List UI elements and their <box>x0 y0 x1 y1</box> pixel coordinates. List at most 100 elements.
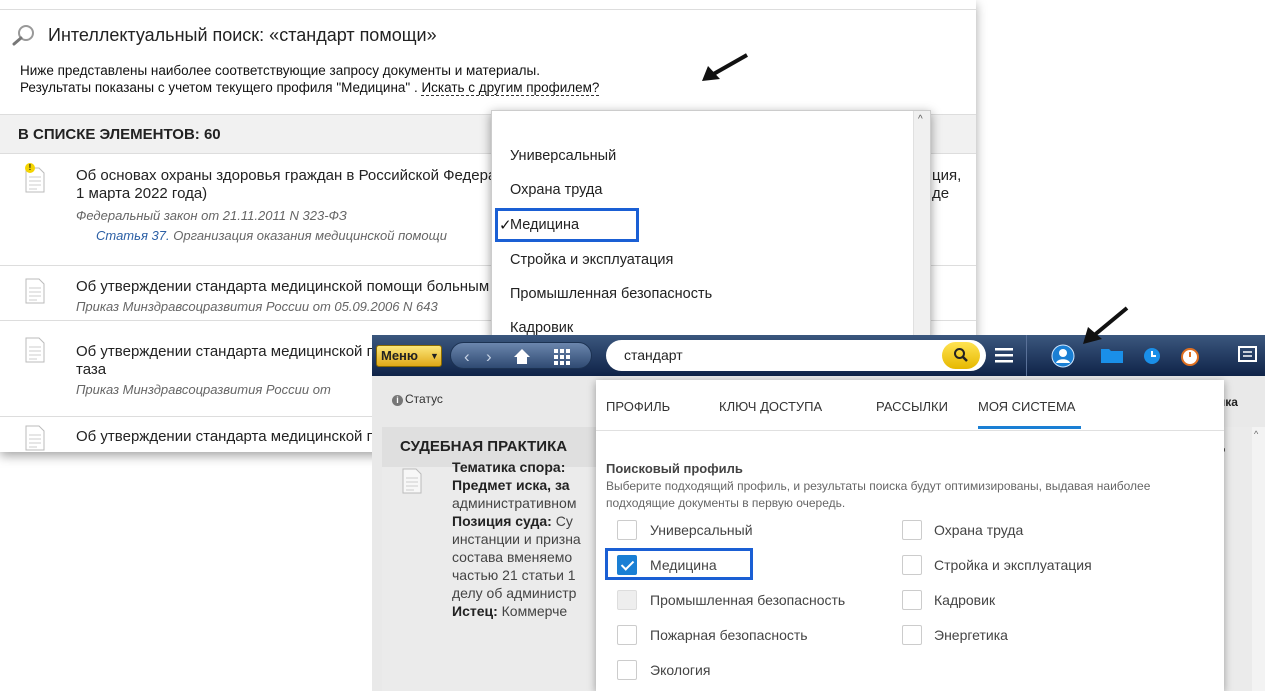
section-header-label: СУДЕБНАЯ ПРАКТИКА <box>400 438 568 455</box>
option-label[interactable]: Стройка и эксплуатация <box>934 557 1092 573</box>
desc-line: Результаты показаны с учетом текущего пр… <box>20 79 600 96</box>
checkbox[interactable] <box>617 520 637 540</box>
divider <box>0 9 976 10</box>
tab-profile[interactable]: ПРОФИЛЬ <box>606 399 670 414</box>
court-text: частью 21 статьи 1 <box>452 567 576 583</box>
dropdown-item[interactable]: Промышленная безопасность <box>510 286 712 302</box>
court-line: Предмет иска, за <box>452 476 581 494</box>
tab-mailings[interactable]: РАССЫЛКИ <box>876 399 948 414</box>
court-line: Тематика спора: <box>452 458 581 476</box>
scroll-up-icon[interactable]: ^ <box>918 114 923 125</box>
court-label: Предмет иска, за <box>452 477 570 493</box>
court-text: административном <box>452 495 577 511</box>
menu-button[interactable]: Меню ▼ <box>376 345 442 367</box>
search-icon <box>954 348 968 362</box>
result-title-cont: 1 марта 2022 года) <box>76 185 208 202</box>
home-icon[interactable] <box>513 348 531 365</box>
info-icon: i <box>392 395 403 406</box>
stopwatch-icon[interactable] <box>1178 335 1202 376</box>
scrollbar[interactable]: ^ <box>913 111 930 339</box>
option-label[interactable]: Пожарная безопасность <box>650 627 808 643</box>
scrollbar[interactable]: ^ <box>1252 427 1265 691</box>
document-icon <box>25 337 45 363</box>
chevron-down-icon: ▼ <box>430 351 439 361</box>
dropdown-item[interactable]: Охрана труда <box>510 182 602 198</box>
user-profile-icon[interactable] <box>1050 335 1076 376</box>
divider <box>596 430 1224 431</box>
court-line: состава вменяемо <box>452 548 581 566</box>
option-label[interactable]: Экология <box>650 662 710 678</box>
subitem-text: Организация оказания медицинской помощи <box>169 228 447 243</box>
result-meta: Федеральный закон от 21.11.2011 N 323-ФЗ <box>76 208 347 223</box>
search-input[interactable]: стандарт <box>606 340 986 371</box>
option-label[interactable]: Универсальный <box>650 522 753 538</box>
document-icon <box>402 468 422 494</box>
result-title[interactable]: Об утверждении стандарта медицинской пом… <box>76 428 422 446</box>
checkbox[interactable] <box>617 625 637 645</box>
court-label: Истец: <box>452 603 498 619</box>
dropdown-item[interactable]: Кадровик <box>510 320 573 336</box>
court-line: Истец: Коммерче <box>452 602 581 620</box>
court-label: Тематика спора: <box>452 459 566 475</box>
forward-icon[interactable]: › <box>486 343 492 370</box>
list-icon[interactable] <box>994 335 1014 376</box>
court-text: состава вменяемо <box>452 549 573 565</box>
option-label[interactable]: Промышленная безопасность <box>650 592 845 608</box>
section-description: Выберите подходящий профиль, и результат… <box>606 479 1151 510</box>
tab-access-key[interactable]: КЛЮЧ ДОСТУПА <box>719 399 822 414</box>
court-line: административном <box>452 494 581 512</box>
dropdown-item[interactable]: Стройка и эксплуатация <box>510 252 673 268</box>
active-tab-indicator <box>978 426 1081 429</box>
result-title-cont: таза <box>76 361 107 378</box>
checkbox[interactable] <box>902 555 922 575</box>
result-subitem[interactable]: Статья 37. Организация оказания медицинс… <box>96 228 447 243</box>
grid-icon[interactable] <box>554 349 570 365</box>
chat-icon[interactable] <box>1236 335 1260 376</box>
checkbox[interactable] <box>902 590 922 610</box>
search-heading: Интеллектуальный поиск: «стандарт помощи… <box>12 24 437 46</box>
court-line: инстанции и призна <box>452 530 581 548</box>
checkbox[interactable] <box>902 520 922 540</box>
court-text: Коммерче <box>497 603 568 619</box>
result-meta: Приказ Минздравсоцразвития России от <box>76 382 331 397</box>
result-title[interactable]: Об утверждении стандарта медицинской пом… <box>76 278 489 296</box>
option-label[interactable]: Энергетика <box>934 627 1008 643</box>
menu-label: Меню <box>381 348 419 363</box>
warning-icon: ! <box>25 163 35 173</box>
highlight-box <box>495 208 639 242</box>
results-count: В СПИСКЕ ЭЛЕМЕНТОВ: 60 <box>18 126 221 143</box>
court-case-summary[interactable]: Тематика спора: Предмет иска, за админис… <box>452 458 581 620</box>
document-icon <box>25 425 45 451</box>
court-text: инстанции и призна <box>452 531 581 547</box>
search-value: стандарт <box>624 347 683 363</box>
status-label: Статус <box>405 392 443 406</box>
article-link[interactable]: Статья 37. <box>96 228 170 243</box>
search-button[interactable] <box>942 342 980 369</box>
option-label[interactable]: Кадровик <box>934 592 995 608</box>
dropdown-item[interactable]: Универсальный <box>510 148 616 164</box>
checkbox-disabled[interactable] <box>617 590 637 610</box>
tab-my-system[interactable]: МОЯ СИСТЕМА <box>978 399 1075 414</box>
document-icon <box>25 278 45 304</box>
result-title[interactable]: Об основах охраны здоровья граждан в Рос… <box>76 167 522 185</box>
checkbox[interactable] <box>902 625 922 645</box>
scroll-up-icon[interactable]: ^ <box>1254 429 1258 439</box>
pointer-arrow-icon <box>702 53 748 81</box>
section-heading: Поисковый профиль <box>606 461 743 476</box>
result-meta: Приказ Минздравсоцразвития России от 05.… <box>76 299 438 314</box>
desc-text: Результаты показаны с учетом текущего пр… <box>20 80 422 95</box>
desc-line: Ниже представлены наиболее соответствующ… <box>20 63 540 78</box>
result-title[interactable]: Об утверждении стандарта медицинской пом… <box>76 343 422 361</box>
court-line: делу об администр <box>452 584 581 602</box>
change-profile-link[interactable]: Искать с другим профилем? <box>421 80 600 96</box>
option-label[interactable]: Охрана труда <box>934 522 1023 538</box>
status-indicator[interactable]: i Статус <box>392 392 443 406</box>
pointer-arrow-icon <box>1083 306 1129 344</box>
back-icon[interactable]: ‹ <box>464 343 470 370</box>
court-text: Су <box>551 513 573 529</box>
magnifier-icon <box>12 24 36 46</box>
profile-settings-popup: ПРОФИЛЬ КЛЮЧ ДОСТУПА РАССЫЛКИ МОЯ СИСТЕМ… <box>596 380 1224 691</box>
clock-icon[interactable] <box>1140 335 1164 376</box>
checkbox[interactable] <box>617 660 637 680</box>
court-line: частью 21 статьи 1 <box>452 566 581 584</box>
